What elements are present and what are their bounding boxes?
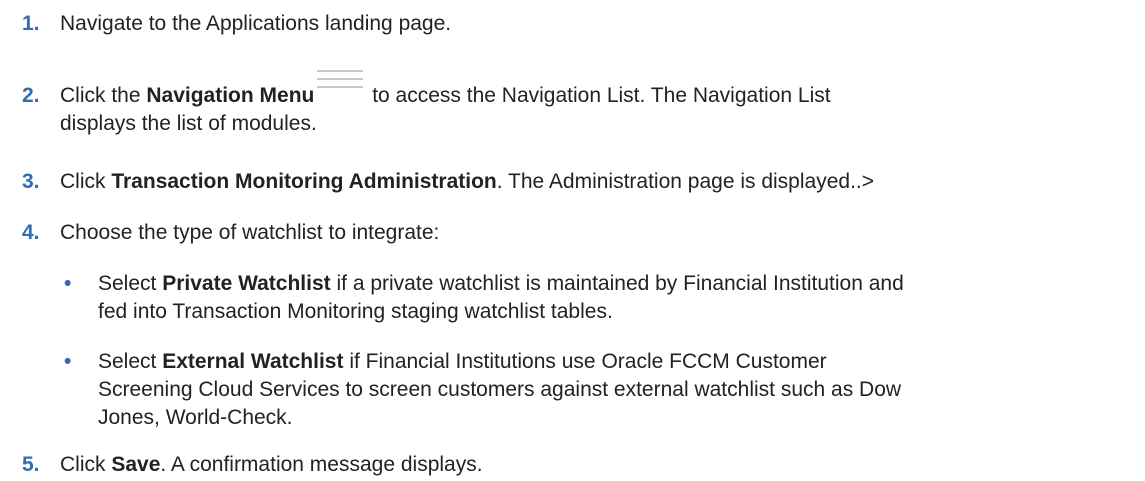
bullet-2-suffix-3: Jones, World-Check. xyxy=(98,406,293,429)
step-3-suffix: . The Administration page is displayed..… xyxy=(496,170,875,193)
step-text: Navigate to the Applications landing pag… xyxy=(60,10,1125,38)
step-text: Click Transaction Monitoring Administrat… xyxy=(60,168,1125,196)
external-watchlist-label: External Watchlist xyxy=(162,350,344,373)
step-text: Click Save. A confirmation message displ… xyxy=(60,451,1125,479)
bullet-marker: • xyxy=(64,350,72,373)
bullet-marker: • xyxy=(64,272,72,295)
step-2-suffix: to access the Navigation List. The Navig… xyxy=(366,84,831,107)
step-2-suffix-2: displays the list of modules. xyxy=(60,112,317,135)
private-watchlist-label: Private Watchlist xyxy=(162,272,331,295)
bullet-1-suffix: if a private watchlist is maintained by … xyxy=(330,272,904,295)
step-1-text: Navigate to the Applications landing pag… xyxy=(60,12,452,35)
save-label: Save xyxy=(111,453,161,476)
step-text: Choose the type of watchlist to integrat… xyxy=(60,219,1125,247)
step-number: 1. xyxy=(22,12,40,35)
bullet-2-suffix-2: Screening Cloud Services to screen custo… xyxy=(98,378,902,401)
bullet-1-prefix: Select xyxy=(98,272,163,295)
bullet-2-prefix: Select xyxy=(98,350,163,373)
step-number: 5. xyxy=(22,453,40,476)
step-5-suffix: . A confirmation message displays. xyxy=(160,453,483,476)
hamburger-menu-icon xyxy=(316,68,364,90)
step-number: 2. xyxy=(22,84,40,107)
step-text: Click the Navigation Menu to access the … xyxy=(60,70,1125,138)
step-number: 4. xyxy=(22,221,40,244)
navigation-menu-label: Navigation Menu xyxy=(146,84,315,107)
bullet-text: Select External Watchlist if Financial I… xyxy=(98,348,1130,432)
step-number: 3. xyxy=(22,170,40,193)
step-4-text: Choose the type of watchlist to integrat… xyxy=(60,221,440,244)
step-3-prefix: Click xyxy=(60,170,112,193)
step-5-prefix: Click xyxy=(60,453,112,476)
bullet-text: Select Private Watchlist if a private wa… xyxy=(98,270,1130,326)
transaction-monitoring-administration-label: Transaction Monitoring Administration xyxy=(111,170,497,193)
bullet-1-suffix-2: fed into Transaction Monitoring staging … xyxy=(98,300,613,323)
bullet-2-suffix: if Financial Institutions use Oracle FCC… xyxy=(343,350,827,373)
step-2-prefix: Click the xyxy=(60,84,147,107)
